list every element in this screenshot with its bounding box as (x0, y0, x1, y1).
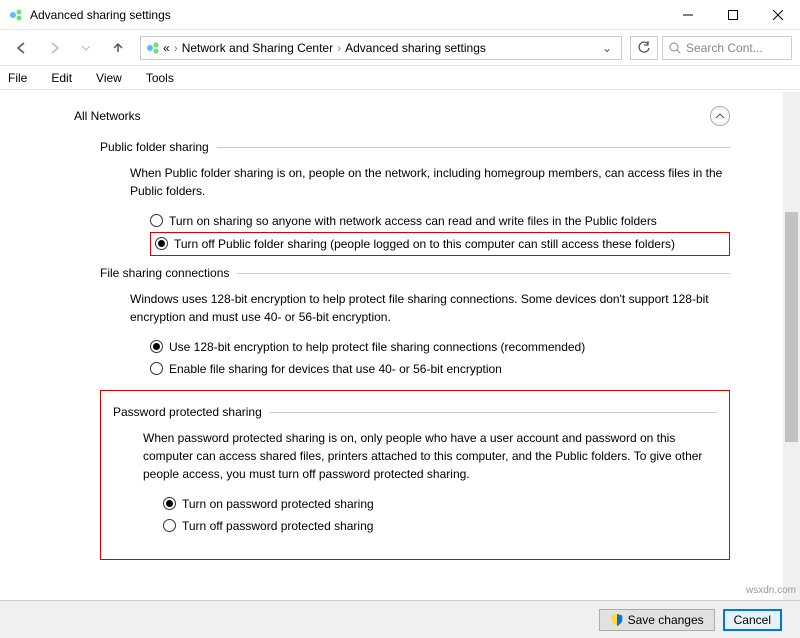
minimize-button[interactable] (665, 0, 710, 30)
recent-dropdown[interactable] (72, 34, 100, 62)
radio-pps-off[interactable]: Turn off password protected sharing (163, 515, 717, 537)
radio-label: Enable file sharing for devices that use… (169, 360, 502, 378)
forward-button[interactable] (40, 34, 68, 62)
radio-label: Turn off Public folder sharing (people l… (174, 235, 675, 253)
refresh-button[interactable] (630, 36, 658, 60)
radio-label: Turn on sharing so anyone with network a… (169, 212, 657, 230)
public-folder-sharing-group: Public folder sharing When Public folder… (100, 140, 730, 256)
group-legend: File sharing connections (100, 266, 237, 280)
radio-pps-on[interactable]: Turn on password protected sharing (163, 493, 717, 515)
radio-icon (150, 340, 163, 353)
group-description: Windows uses 128-bit encryption to help … (130, 290, 730, 326)
network-icon (145, 40, 161, 56)
breadcrumb-item[interactable]: Network and Sharing Center (182, 41, 333, 55)
back-button[interactable] (8, 34, 36, 62)
address-bar[interactable]: «› Network and Sharing Center› Advanced … (140, 36, 622, 60)
radio-pfs-off[interactable]: Turn off Public folder sharing (people l… (150, 232, 730, 256)
up-button[interactable] (104, 34, 132, 62)
search-icon (669, 42, 681, 54)
window-title: Advanced sharing settings (30, 8, 171, 22)
group-legend: Public folder sharing (100, 140, 217, 154)
save-changes-button[interactable]: Save changes (599, 609, 715, 631)
menu-file[interactable]: File (4, 69, 31, 87)
network-icon (8, 7, 24, 23)
radio-label: Use 128-bit encryption to help protect f… (169, 338, 585, 356)
chevron-down-icon[interactable]: ⌄ (597, 41, 617, 55)
breadcrumb-root[interactable]: « (163, 41, 170, 55)
menu-view[interactable]: View (92, 69, 126, 87)
radio-label: Turn off password protected sharing (182, 517, 373, 535)
profile-name: All Networks (74, 109, 141, 123)
scrollbar[interactable] (783, 92, 800, 600)
search-placeholder: Search Cont... (686, 41, 763, 55)
menu-edit[interactable]: Edit (47, 69, 76, 87)
radio-fsc-4056[interactable]: Enable file sharing for devices that use… (150, 358, 730, 380)
radio-icon (163, 519, 176, 532)
radio-label: Turn on password protected sharing (182, 495, 374, 513)
button-label: Save changes (628, 613, 704, 627)
maximize-button[interactable] (710, 0, 755, 30)
watermark: wsxdn.com (746, 585, 796, 596)
radio-fsc-128[interactable]: Use 128-bit encryption to help protect f… (150, 336, 730, 358)
radio-icon (150, 214, 163, 227)
menu-tools[interactable]: Tools (142, 69, 178, 87)
file-sharing-connections-group: File sharing connections Windows uses 12… (100, 266, 730, 380)
group-description: When Public folder sharing is on, people… (130, 164, 730, 200)
password-protected-sharing-group: Password protected sharing When password… (113, 405, 717, 537)
radio-icon (150, 362, 163, 375)
radio-pfs-on[interactable]: Turn on sharing so anyone with network a… (150, 210, 730, 232)
collapse-button[interactable] (710, 106, 730, 126)
breadcrumb-item[interactable]: Advanced sharing settings (345, 41, 486, 55)
scrollbar-thumb[interactable] (785, 212, 798, 442)
radio-icon (163, 497, 176, 510)
shield-icon (610, 613, 624, 627)
group-description: When password protected sharing is on, o… (143, 429, 717, 483)
search-input[interactable]: Search Cont... (662, 36, 792, 60)
group-legend: Password protected sharing (113, 405, 270, 419)
radio-icon (155, 237, 168, 250)
button-label: Cancel (734, 613, 771, 627)
close-button[interactable] (755, 0, 800, 30)
cancel-button[interactable]: Cancel (723, 609, 782, 631)
